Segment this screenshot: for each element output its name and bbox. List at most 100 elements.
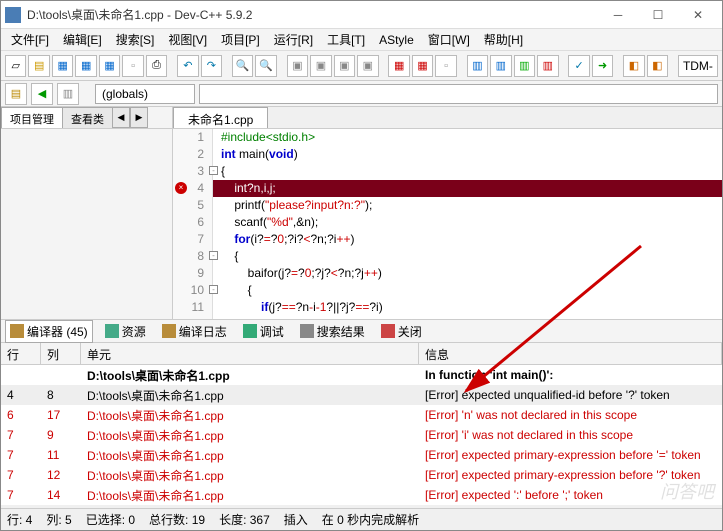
code-line[interactable]: 3-{ [173, 163, 722, 180]
menu-item[interactable]: 窗口[W] [422, 29, 476, 50]
code-line[interactable]: 10- { [173, 282, 722, 299]
col-msg[interactable]: 信息 [419, 343, 722, 364]
error-row[interactable]: 48D:\tools\桌面\未命名1.cpp[Error] expected u… [1, 385, 722, 405]
code-area[interactable]: 1#include<stdio.h>2int main(void)3-{4× i… [173, 129, 722, 319]
profile-icon[interactable]: ▫ [435, 55, 456, 77]
close-button[interactable]: ✕ [678, 2, 718, 28]
menu-item[interactable]: 文件[F] [5, 29, 55, 50]
search-icon [300, 324, 314, 338]
code-text[interactable]: scanf("%d",&n); [213, 214, 318, 231]
code-line[interactable]: 4× int?n,i,j; [173, 180, 722, 197]
tab-compiler-label: 编译器 (45) [27, 323, 88, 340]
redo-icon[interactable]: ↷ [201, 55, 222, 77]
debug-icon[interactable]: ▦ [388, 55, 409, 77]
scope-combo[interactable]: (globals) [95, 84, 195, 104]
error-row[interactable]: 79D:\tools\桌面\未命名1.cpp[Error] 'i' was no… [1, 425, 722, 445]
code-text[interactable]: printf("please?input?n:?"); [213, 197, 372, 214]
tab-project[interactable]: 项目管理 [1, 107, 63, 128]
win1-icon[interactable]: ▥ [467, 55, 488, 77]
code-text[interactable]: int main(void) [213, 146, 298, 163]
fold-icon[interactable]: - [209, 166, 218, 175]
tool2-icon[interactable]: ◧ [647, 55, 668, 77]
code-line[interactable]: 11 if(j?==?n-i-1?||?j?==?i) [173, 299, 722, 316]
code-line[interactable]: 6 scanf("%d",&n); [173, 214, 722, 231]
menu-item[interactable]: 视图[V] [162, 29, 213, 50]
menu-item[interactable]: 运行[R] [268, 29, 319, 50]
saveas-icon[interactable]: ▦ [99, 55, 120, 77]
fold-icon[interactable]: - [209, 251, 218, 260]
cell: [Error] expected unqualified-id before '… [419, 386, 722, 404]
tab-log-label: 编译日志 [179, 323, 227, 340]
code-line[interactable]: 1#include<stdio.h> [173, 129, 722, 146]
fold-icon[interactable]: - [209, 285, 218, 294]
code-line[interactable]: 2int main(void) [173, 146, 722, 163]
find-icon[interactable]: 🔍 [232, 55, 253, 77]
print-icon[interactable]: ⎙ [146, 55, 167, 77]
error-row[interactable]: 712D:\tools\桌面\未命名1.cpp[Error] expected … [1, 465, 722, 485]
nav-list-icon[interactable]: ▥ [57, 83, 79, 105]
code-line[interactable]: 12 putchar('@'); [173, 316, 722, 319]
error-row[interactable]: 617D:\tools\桌面\未命名1.cpp[Error] 'n' was n… [1, 405, 722, 425]
tab-compiler[interactable]: 编译器 (45) [5, 320, 93, 343]
tab-search[interactable]: 搜索结果 [296, 321, 369, 342]
tool1-icon[interactable]: ◧ [623, 55, 644, 77]
code-text[interactable]: baifor(j?=?0;?j?<?n;?j++) [213, 265, 382, 282]
new-icon[interactable]: ▱ [5, 55, 26, 77]
compiler-combo[interactable]: TDM- [678, 55, 718, 77]
error-row[interactable]: D:\tools\桌面\未命名1.cppIn function 'int mai… [1, 365, 722, 385]
menu-item[interactable]: AStyle [373, 31, 420, 49]
code-line[interactable]: 8- { [173, 248, 722, 265]
member-combo[interactable] [199, 84, 718, 104]
tab-close[interactable]: 关闭 [377, 321, 426, 342]
code-text[interactable]: int?n,i,j; [213, 180, 276, 197]
code-text[interactable]: putchar('@'); [213, 316, 342, 319]
code-line[interactable]: 5 printf("please?input?n:?"); [173, 197, 722, 214]
col-unit[interactable]: 单元 [81, 343, 419, 364]
run-icon[interactable]: ▣ [310, 55, 331, 77]
saveall-icon[interactable]: ▦ [75, 55, 96, 77]
error-row[interactable]: 714D:\tools\桌面\未命名1.cpp[Error] expected … [1, 485, 722, 505]
compile-icon[interactable]: ▣ [287, 55, 308, 77]
col-col[interactable]: 列 [41, 343, 81, 364]
win2-icon[interactable]: ▥ [490, 55, 511, 77]
bottom-tabs: 编译器 (45) 资源 编译日志 调试 搜索结果 关闭 [1, 319, 722, 343]
cell: 4 [1, 386, 41, 404]
replace-icon[interactable]: 🔍 [255, 55, 276, 77]
error-row[interactable]: 711D:\tools\桌面\未命名1.cpp[Error] expected … [1, 445, 722, 465]
undo-icon[interactable]: ↶ [177, 55, 198, 77]
tab-right-icon[interactable]: ▶ [130, 107, 148, 128]
code-text[interactable]: { [213, 282, 252, 299]
code-line[interactable]: 9 baifor(j?=?0;?j?<?n;?j++) [173, 265, 722, 282]
menu-item[interactable]: 帮助[H] [478, 29, 529, 50]
minimize-button[interactable]: ─ [598, 2, 638, 28]
col-line[interactable]: 行 [1, 343, 41, 364]
rebuild-icon[interactable]: ▣ [357, 55, 378, 77]
code-text[interactable]: if(j?==?n-i-1?||?j?==?i) [213, 299, 383, 316]
nav-back-icon[interactable]: ◀ [31, 83, 53, 105]
win4-icon[interactable]: ▥ [537, 55, 558, 77]
goto-icon[interactable]: ✓ [568, 55, 589, 77]
code-text[interactable]: #include<stdio.h> [213, 129, 315, 146]
menu-item[interactable]: 搜索[S] [110, 29, 161, 50]
nav-form-icon[interactable]: ▤ [5, 83, 27, 105]
code-line[interactable]: 7 for(i?=?0;?i?<?n;?i++) [173, 231, 722, 248]
editor-tab-file[interactable]: 未命名1.cpp [173, 107, 268, 128]
menu-item[interactable]: 工具[T] [321, 29, 371, 50]
tab-classes[interactable]: 查看类 [62, 107, 113, 128]
menu-item[interactable]: 项目[P] [215, 29, 266, 50]
close-file-icon[interactable]: ▫ [122, 55, 143, 77]
maximize-button[interactable]: ☐ [638, 2, 678, 28]
tab-close-label: 关闭 [398, 323, 422, 340]
tab-debug[interactable]: 调试 [239, 321, 288, 342]
stop-icon[interactable]: ▦ [412, 55, 433, 77]
open-icon[interactable]: ▤ [28, 55, 49, 77]
menu-item[interactable]: 编辑[E] [57, 29, 108, 50]
bookmark-icon[interactable]: ➜ [592, 55, 613, 77]
tab-log[interactable]: 编译日志 [158, 321, 231, 342]
tab-left-icon[interactable]: ◀ [112, 107, 130, 128]
save-icon[interactable]: ▦ [52, 55, 73, 77]
win3-icon[interactable]: ▥ [514, 55, 535, 77]
code-text[interactable]: for(i?=?0;?i?<?n;?i++) [213, 231, 355, 248]
tab-resources[interactable]: 资源 [101, 321, 150, 342]
compile-run-icon[interactable]: ▣ [334, 55, 355, 77]
